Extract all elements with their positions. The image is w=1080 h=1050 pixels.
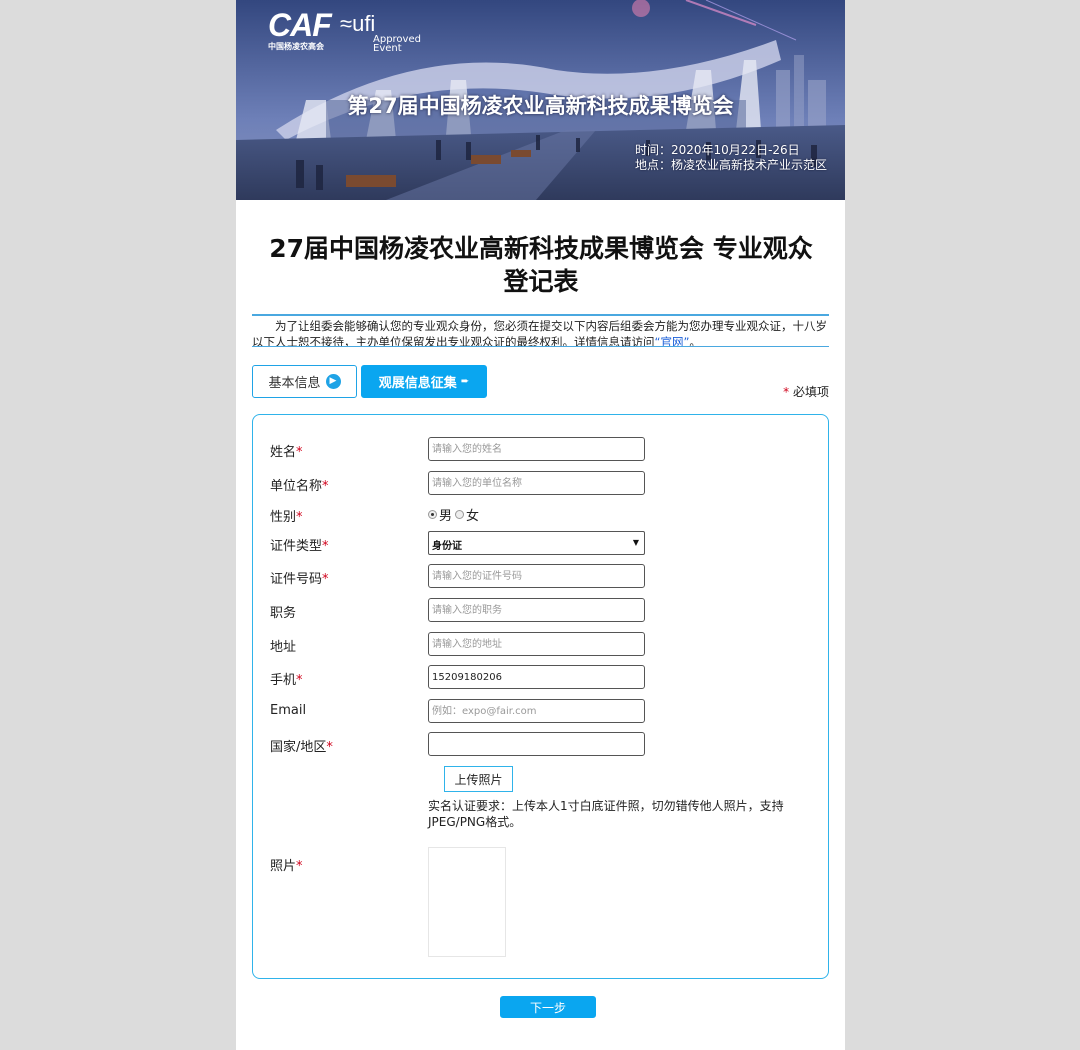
id-number-input[interactable] [428, 564, 645, 588]
gender-label: 性别* [270, 510, 303, 525]
row-email: Email [253, 699, 830, 723]
phone-label: 手机* [270, 673, 303, 688]
caret-down-icon: ▼ [632, 538, 639, 547]
id-type-label: 证件类型* [270, 539, 329, 554]
next-step-button[interactable]: 下一步 [500, 996, 596, 1018]
row-id-number: 证件号码* [253, 564, 830, 588]
company-input[interactable] [428, 471, 645, 495]
position-input[interactable] [428, 598, 645, 622]
required-note: * 必填项 [783, 385, 829, 399]
country-input[interactable] [428, 732, 645, 756]
gender-female-radio[interactable] [455, 510, 465, 519]
tab-basic-info-label: 基本信息 [268, 376, 321, 391]
expo-banner: CAF 中国杨凌农高会 ≈ufi Approved Event 第27届中国杨凌… [236, 0, 845, 200]
row-address: 地址 [253, 632, 830, 656]
tab-expo-info[interactable]: 观展信息征集 ➨ [361, 365, 487, 398]
gender-male-radio[interactable] [428, 510, 437, 519]
row-phone: 手机* [253, 665, 830, 689]
page: CAF 中国杨凌农高会 ≈ufi Approved Event 第27届中国杨凌… [236, 0, 845, 1050]
banner-info: 时间：2020年10月22日-26日 地点：杨凌农业高新技术产业示范区 [635, 143, 827, 173]
caf-logo-subtitle: 中国杨凌农高会 [268, 42, 324, 51]
row-gender: 性别* 男 女 [253, 502, 830, 526]
arrow-right-icon: ➨ [460, 376, 470, 387]
intro-text: 为了让组委会能够确认您的专业观众身份，您必须在提交以下内容后组委会方能为您办理专… [252, 314, 829, 347]
upload-photo-button[interactable]: 上传照片 [444, 766, 513, 792]
row-company: 单位名称* [253, 471, 830, 495]
email-input[interactable] [428, 699, 645, 723]
name-label: 姓名* [270, 445, 303, 460]
id-type-value: 身份证 [432, 541, 462, 552]
banner-location: 地点：杨凌农业高新技术产业示范区 [634, 158, 827, 172]
position-label: 职务 [270, 606, 297, 621]
ufi-logo-text: ≈ufi [340, 11, 376, 36]
photo-preview[interactable] [428, 847, 506, 957]
name-input[interactable] [428, 437, 645, 461]
tab-basic-info[interactable]: 基本信息 ▶ [252, 365, 357, 398]
banner-title: 第27届中国杨凌农业高新科技成果博览会 [347, 94, 734, 118]
caf-logo: CAF 中国杨凌农高会 ≈ufi Approved Event [268, 7, 421, 54]
page-title: 27届中国杨凌农业高新科技成果博览会 专业观众登记表 [269, 234, 813, 296]
tab-expo-info-label: 观展信息征集 [378, 376, 457, 391]
gender-female-label: 女 [466, 509, 480, 524]
row-name: 姓名* [253, 437, 830, 461]
ufi-wave-icon: ≈ [340, 11, 353, 36]
play-circle-icon: ▶ [325, 374, 341, 389]
id-number-label: 证件号码* [270, 572, 329, 587]
official-site-link[interactable]: “官网” [655, 335, 690, 346]
country-label: 国家/地区* [270, 740, 333, 755]
company-label: 单位名称* [270, 479, 329, 494]
address-label: 地址 [270, 640, 297, 655]
photo-label: 照片* [270, 859, 303, 874]
row-position: 职务 [253, 598, 830, 622]
caf-logo-text: CAF [268, 7, 332, 43]
email-label: Email [270, 703, 307, 718]
gender-male-label: 男 [439, 509, 453, 524]
registration-form: 姓名* 单位名称* 性别* 男 女 证件类型* 身份证 ▼ 证件号码* [252, 414, 829, 979]
id-type-select[interactable]: 身份证 ▼ [428, 531, 645, 555]
upload-requirement-note: 实名认证要求：上传本人1寸白底证件照，切勿错传他人照片，支持JPEG/PNG格式… [428, 799, 784, 829]
address-input[interactable] [428, 632, 645, 656]
gender-radio-group: 男 女 [428, 505, 479, 524]
banner-time: 时间：2020年10月22日-26日 [634, 143, 800, 157]
row-country: 国家/地区* [253, 732, 830, 756]
ufi-logo: ≈ufi Approved Event [340, 11, 421, 55]
row-id-type: 证件类型* 身份证 ▼ [253, 531, 830, 555]
phone-input[interactable] [428, 665, 645, 689]
